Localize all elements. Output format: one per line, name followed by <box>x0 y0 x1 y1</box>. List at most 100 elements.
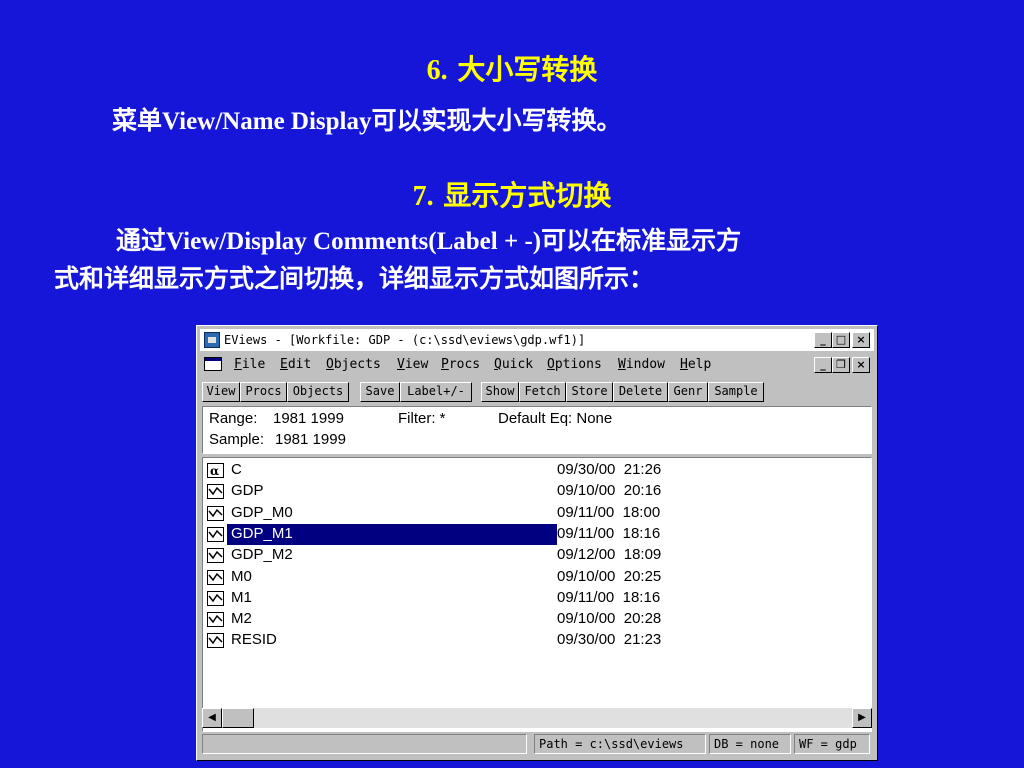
object-row[interactable]: GDP 09/10/00 20:16 <box>203 481 863 502</box>
range-value[interactable]: 1981 1999 <box>273 410 344 427</box>
menu-label: bjects <box>333 357 381 372</box>
object-name: M0 <box>231 567 252 585</box>
object-name: GDP <box>231 482 264 500</box>
toolbar-show-button[interactable]: Show <box>481 382 519 402</box>
menu-objects[interactable]: Objects <box>326 357 381 372</box>
para-text: 通过 <box>116 228 167 255</box>
series-icon <box>207 633 224 649</box>
menu-help[interactable]: Help <box>680 357 711 372</box>
scroll-thumb[interactable] <box>222 708 254 728</box>
object-row[interactable]: GDP_M2 09/12/00 18:09 <box>203 545 863 566</box>
object-date: 09/11/00 <box>557 503 615 521</box>
sample-value[interactable]: 1981 1999 <box>275 431 346 448</box>
toolbar-store-button[interactable]: Store <box>566 382 613 402</box>
object-timestamp: 09/12/00 18:09 <box>557 546 661 563</box>
scroll-left-icon[interactable]: ◀ <box>202 708 222 728</box>
menu-mnemonic: O <box>547 357 555 372</box>
menu-label: dit <box>287 357 312 372</box>
menu-procs[interactable]: Procs <box>441 357 480 372</box>
maximize-button[interactable]: □ <box>832 332 850 348</box>
menu-label: ile <box>241 357 266 372</box>
eviews-app-icon[interactable] <box>204 332 220 348</box>
object-time: 21:23 <box>623 631 662 649</box>
menu-window[interactable]: Window <box>618 357 665 372</box>
series-icon <box>207 526 224 542</box>
toolbar-delete-button[interactable]: Delete <box>613 382 668 402</box>
minimize-button[interactable]: _ <box>814 332 832 348</box>
menu-mnemonic: O <box>326 357 334 372</box>
object-date: 09/30/00 <box>557 461 616 478</box>
menu-label: indow <box>625 357 665 372</box>
object-row[interactable]: GDP_M0 09/11/00 18:00 <box>203 503 863 524</box>
coef-icon: α <box>207 463 224 478</box>
toolbar-label-button[interactable]: Label+/- <box>400 382 472 402</box>
heading-text: 显示方式切换 <box>443 179 612 212</box>
workfile-doc-icon[interactable] <box>204 357 222 371</box>
object-name: M2 <box>231 610 252 628</box>
object-date: 09/11/00 <box>557 588 615 606</box>
toolbar-fetch-button[interactable]: Fetch <box>519 382 566 402</box>
heading-case-conversion: 6. 大小写转换 <box>0 48 1024 88</box>
menu-mnemonic: Q <box>494 357 502 372</box>
paragraph-display-line1: 通过View/Display Comments(Label + -)可以在标准显… <box>116 224 741 260</box>
object-date: 09/11/00 <box>557 524 615 542</box>
object-time: 18:16 <box>622 524 661 542</box>
object-name: GDP_M2 <box>231 546 293 564</box>
menu-options[interactable]: Options <box>547 357 602 372</box>
toolbar-genr-button[interactable]: Genr <box>668 382 708 402</box>
object-row[interactable]: M2 09/10/00 20:28 <box>203 609 863 630</box>
object-row[interactable]: RESID 09/30/00 21:23 <box>203 630 863 651</box>
sample-label: Sample: <box>209 431 265 448</box>
scroll-right-icon[interactable]: ▶ <box>852 708 872 728</box>
title-bar[interactable]: EViews - [Workfile: GDP - (c:\ssd\eviews… <box>200 329 874 351</box>
heading-display-switch: 7. 显示方式切换 <box>0 174 1024 214</box>
object-list: α C 09/30/00 21:26 GDP 09/10/00 20:16 GDP_M0 0… <box>202 457 872 732</box>
menu-edit[interactable]: Edit <box>280 357 311 372</box>
para-menu-path: View/Display Comments(Label + -) <box>166 228 542 255</box>
menu-mnemonic: E <box>280 357 288 372</box>
toolbar-sample-button[interactable]: Sample <box>708 382 764 402</box>
para-menu-path: View/Name Display <box>162 108 372 135</box>
object-timestamp: 09/11/00 18:00 <box>557 504 660 521</box>
object-name: GDP_M1 <box>231 524 293 542</box>
menu-file[interactable]: File <box>234 357 265 372</box>
object-name: RESID <box>231 631 277 649</box>
object-date: 09/12/00 <box>557 546 616 564</box>
object-time: 18:16 <box>622 588 661 606</box>
object-row[interactable]: M0 09/10/00 20:25 <box>203 567 863 588</box>
doc-restore-button[interactable]: ❐ <box>832 357 850 373</box>
object-timestamp: 09/10/00 20:25 <box>557 568 661 585</box>
object-time: 20:28 <box>623 610 662 628</box>
doc-minimize-button[interactable]: _ <box>814 357 832 373</box>
para-text: 菜单 <box>112 108 163 135</box>
object-row[interactable]: α C 09/30/00 21:26 <box>203 460 863 481</box>
close-button[interactable]: × <box>852 332 870 348</box>
toolbar-save-button[interactable]: Save <box>360 382 400 402</box>
object-timestamp: 09/30/00 21:23 <box>557 631 661 648</box>
heading-text: 大小写转换 <box>457 53 598 86</box>
horizontal-scrollbar[interactable]: ◀ ▶ <box>202 708 872 728</box>
series-icon <box>207 505 224 521</box>
toolbar-objects-button[interactable]: Objects <box>287 382 349 402</box>
object-row[interactable]: M1 09/11/00 18:16 <box>203 588 863 609</box>
object-row[interactable]: GDP_M1 09/11/00 18:16 <box>203 523 863 545</box>
series-icon <box>207 590 224 606</box>
window-title: EViews - [Workfile: GDP - (c:\ssd\eviews… <box>224 333 586 347</box>
object-name: GDP_M0 <box>231 503 293 521</box>
object-time: 21:26 <box>623 461 662 478</box>
filter-value[interactable]: Filter: * <box>398 410 446 427</box>
menu-quick[interactable]: Quick <box>494 357 533 372</box>
db-status: DB = none <box>709 734 791 754</box>
object-time: 18:00 <box>622 503 661 521</box>
para-text: 可以在标准显示方 <box>541 228 742 255</box>
menu-view[interactable]: View <box>397 357 428 372</box>
default-eq-value: Default Eq: None <box>498 410 613 427</box>
doc-close-button[interactable]: × <box>852 357 870 373</box>
toolbar-procs-button[interactable]: Procs <box>240 382 287 402</box>
para-text: 可以实现大小写转换。 <box>371 108 622 135</box>
toolbar-view-button[interactable]: View <box>202 382 240 402</box>
object-timestamp: 09/11/00 18:16 <box>557 525 660 542</box>
menu-label: elp <box>687 357 712 372</box>
object-time: 18:09 <box>623 546 662 564</box>
series-icon <box>207 484 224 500</box>
